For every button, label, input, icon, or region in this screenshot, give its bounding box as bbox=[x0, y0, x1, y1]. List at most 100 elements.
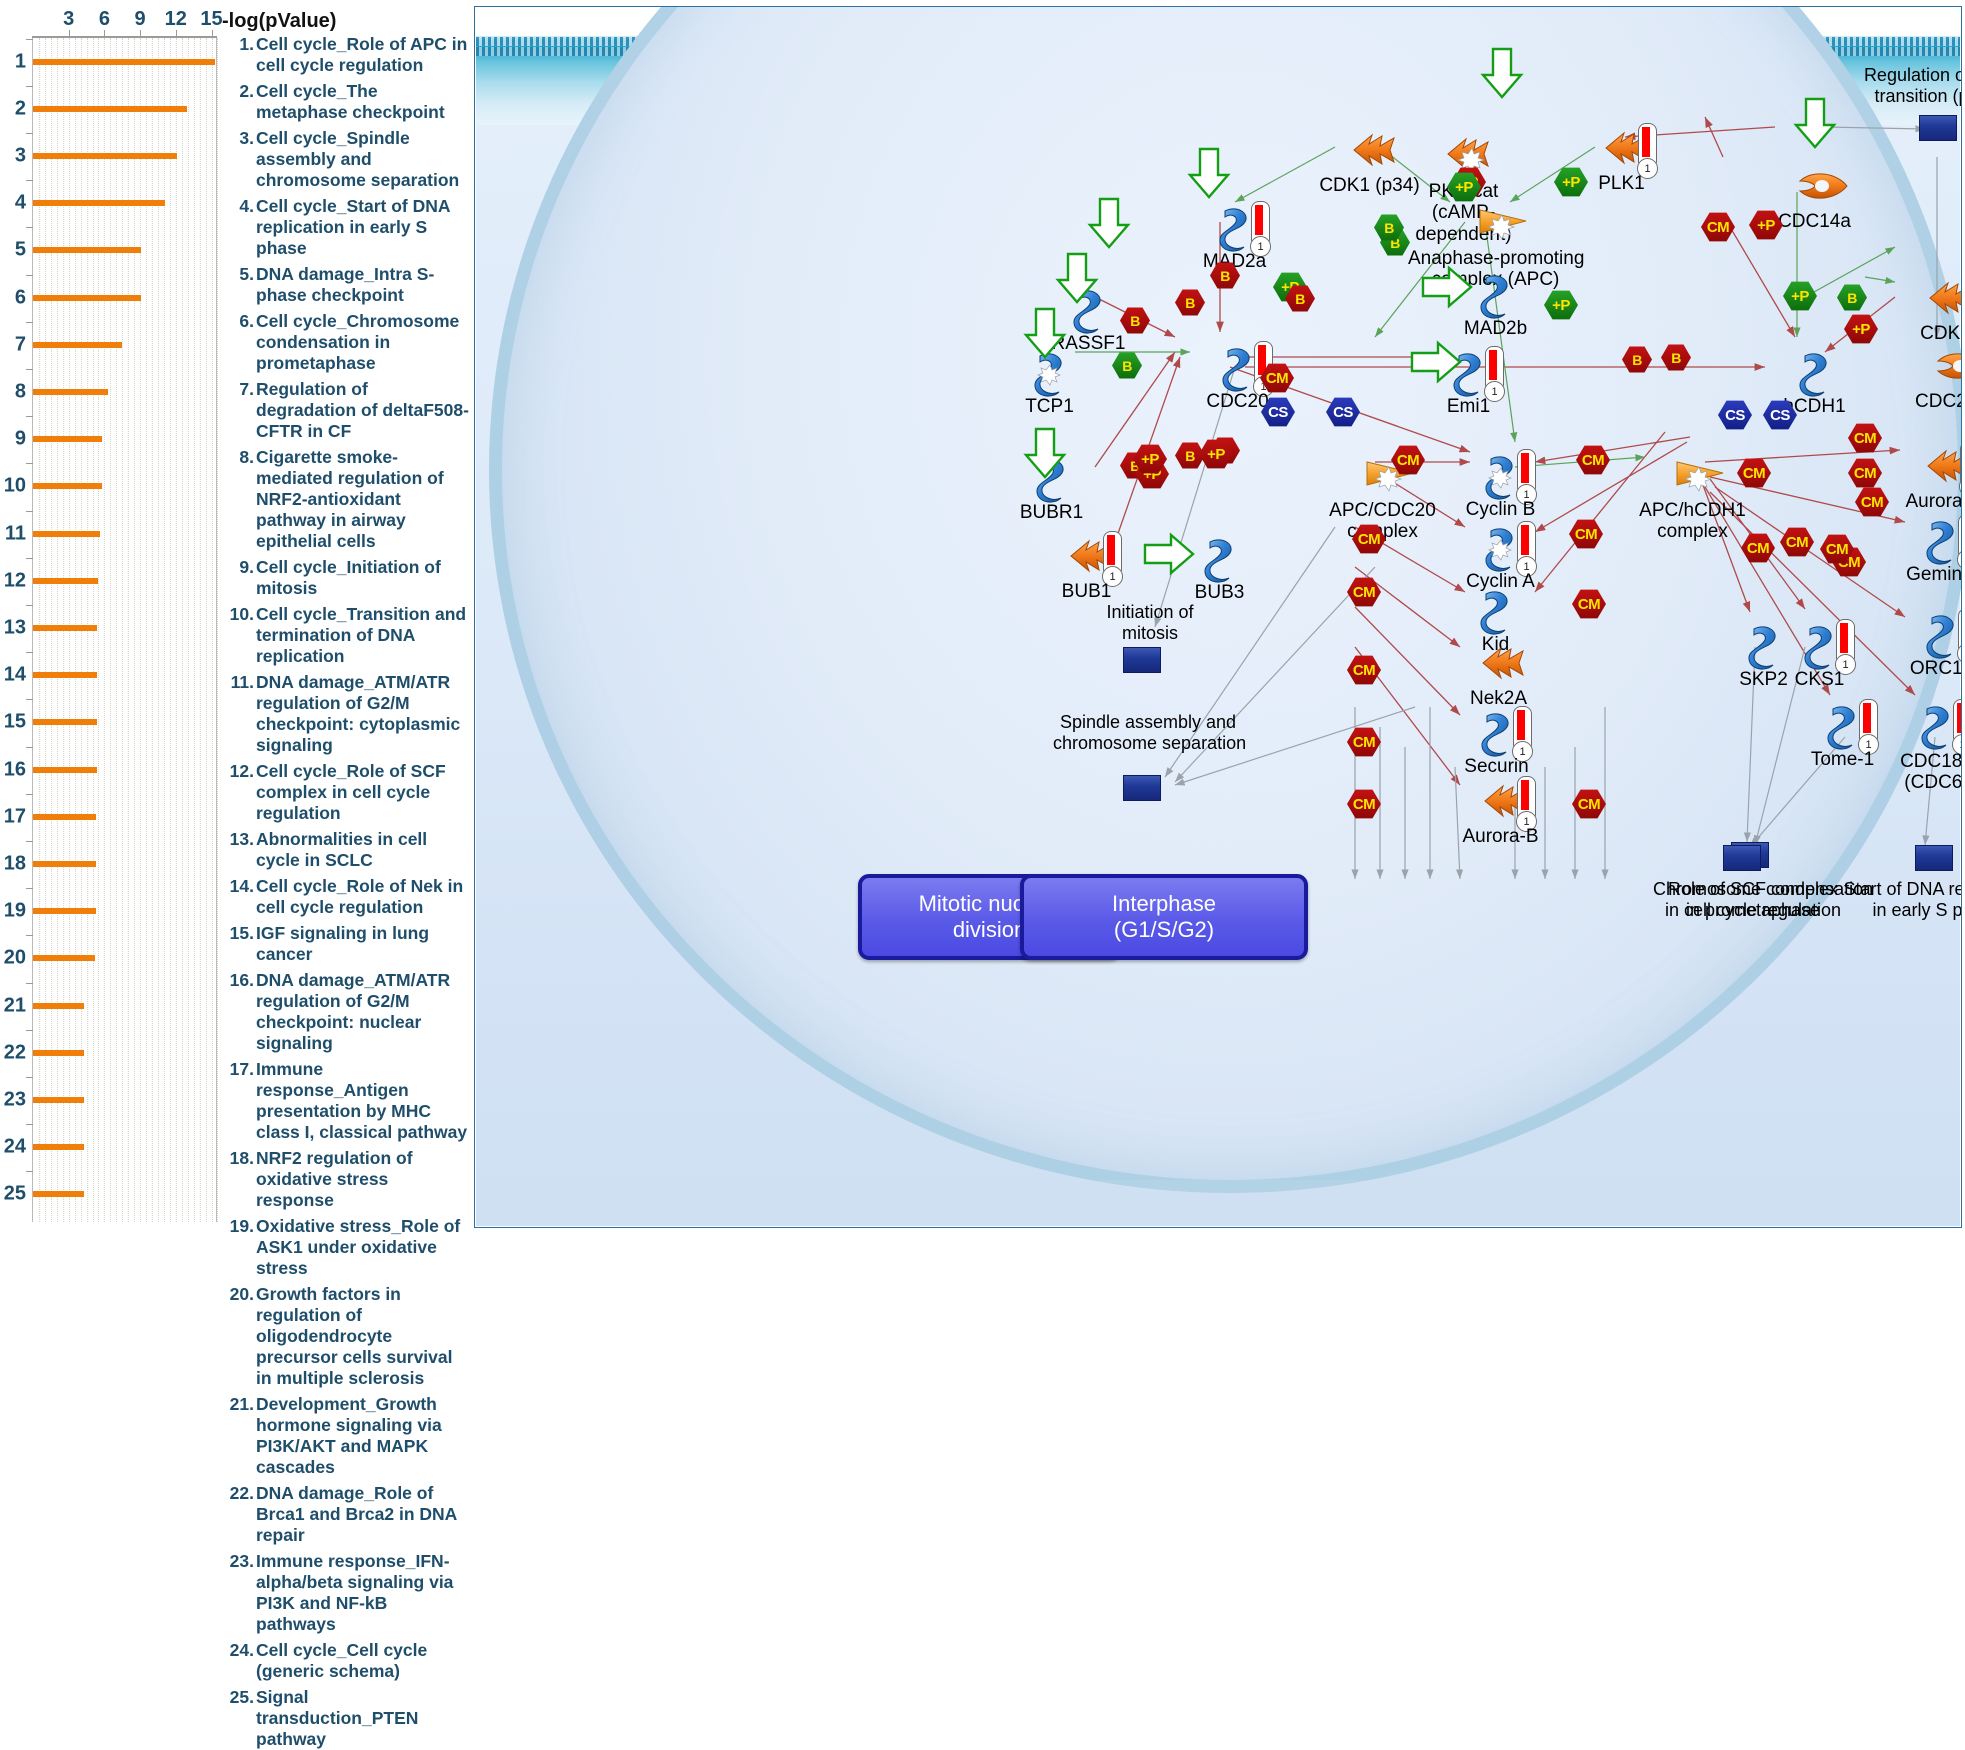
pathway-node-cyclin-b[interactable]: 1 Cyclin B bbox=[1466, 449, 1537, 520]
bar[interactable] bbox=[33, 200, 166, 207]
legend-item[interactable]: 24. Cell cycle_Cell cycle (generic schema… bbox=[224, 1640, 470, 1682]
pathway-node-tcp1[interactable]: TCP1 bbox=[1025, 352, 1074, 417]
bar[interactable] bbox=[33, 388, 108, 395]
chart-row[interactable]: 1 bbox=[0, 38, 220, 85]
pathway-node-plk1[interactable]: 1 PLK1 bbox=[1598, 123, 1658, 194]
chart-row[interactable]: 15 bbox=[0, 699, 220, 746]
pathway-link-node[interactable] bbox=[1123, 775, 1161, 801]
chart-row[interactable]: 16 bbox=[0, 746, 220, 793]
legend-item[interactable]: 14. Cell cycle_Role of Nek in cell cycle … bbox=[224, 876, 470, 918]
pathway-node-cdc25a[interactable]: CDC25A bbox=[1915, 347, 1961, 412]
pathway-node-cdc18l[interactable]: 1CDC18L (CDC6) bbox=[1900, 699, 1961, 793]
bar[interactable] bbox=[33, 58, 216, 65]
pathway-node-cks1[interactable]: 1 CKS1 bbox=[1795, 619, 1856, 690]
chart-row[interactable]: 20 bbox=[0, 935, 220, 982]
legend-item[interactable]: 6. Cell cycle_Chromosome condensation in … bbox=[224, 311, 470, 374]
legend-item[interactable]: 3. Cell cycle_Spindle assembly and chromo… bbox=[224, 128, 470, 191]
legend-item[interactable]: 18. NRF2 regulation of oxidative stress r… bbox=[224, 1148, 470, 1211]
chart-row[interactable]: 4 bbox=[0, 180, 220, 227]
pathway-node-orc1l[interactable]: 1ORC1L bbox=[1910, 608, 1961, 679]
chart-row[interactable]: 14 bbox=[0, 652, 220, 699]
legend-item[interactable]: 7. Regulation of degradation of deltaF508… bbox=[224, 379, 470, 442]
chart-row[interactable]: 3 bbox=[0, 132, 220, 179]
legend-item[interactable]: 10. Cell cycle_Transition and termination… bbox=[224, 604, 470, 667]
legend-item[interactable]: 1. Cell cycle_Role of APC in cell cycle r… bbox=[224, 34, 470, 76]
bar[interactable] bbox=[33, 1096, 85, 1103]
chart-row[interactable]: 11 bbox=[0, 510, 220, 557]
bar[interactable] bbox=[33, 1144, 85, 1151]
pathway-node-anaphase-promoting[interactable]: Anaphase-promoting complex (APC) bbox=[1408, 202, 1584, 290]
legend-item[interactable]: 16. DNA damage_ATM/ATR regulation of G2/M… bbox=[224, 970, 470, 1054]
pathway-node-cdk2[interactable]: CDK2 bbox=[1920, 279, 1961, 344]
bar[interactable] bbox=[33, 624, 98, 631]
legend-item[interactable]: 23. Immune response_IFN-alpha/beta signal… bbox=[224, 1551, 470, 1635]
chart-row[interactable]: 19 bbox=[0, 888, 220, 935]
legend-item[interactable]: 22. DNA damage_Role of Brca1 and Brca2 in… bbox=[224, 1483, 470, 1546]
chart-row[interactable]: 8 bbox=[0, 368, 220, 415]
bar[interactable] bbox=[33, 1191, 85, 1198]
legend-item[interactable]: 11. DNA damage_ATM/ATR regulation of G2/M… bbox=[224, 672, 470, 756]
chart-row[interactable]: 21 bbox=[0, 982, 220, 1029]
chart-row[interactable]: 23 bbox=[0, 1076, 220, 1123]
bar[interactable] bbox=[33, 483, 103, 490]
chart-row[interactable]: 17 bbox=[0, 793, 220, 840]
pathway-link-node[interactable] bbox=[1915, 845, 1953, 871]
pathway-link-node[interactable] bbox=[1723, 845, 1761, 871]
bar[interactable] bbox=[33, 672, 98, 679]
chart-row[interactable]: 13 bbox=[0, 604, 220, 651]
chart-row[interactable]: 9 bbox=[0, 416, 220, 463]
pathway-node-cdc20[interactable]: 1 CDC20 bbox=[1206, 341, 1274, 412]
bar[interactable] bbox=[33, 955, 95, 962]
pathway-node-nek2a[interactable]: Nek2A bbox=[1470, 644, 1533, 709]
bar[interactable] bbox=[33, 105, 187, 112]
chart-row[interactable]: 7 bbox=[0, 321, 220, 368]
pathway-node-aurora-a[interactable]: 1Aurora-A bbox=[1905, 441, 1961, 512]
bar[interactable] bbox=[33, 908, 97, 915]
bar[interactable] bbox=[33, 530, 100, 537]
legend-item[interactable]: 15. IGF signaling in lung cancer bbox=[224, 923, 470, 965]
legend-item[interactable]: 17. Immune response_Antigen presentation … bbox=[224, 1059, 470, 1143]
legend-item[interactable]: 25. Signal transduction_PTEN pathway bbox=[224, 1687, 470, 1750]
pathway-node-securin[interactable]: 1 Securin bbox=[1464, 706, 1533, 777]
chart-row[interactable]: 22 bbox=[0, 1029, 220, 1076]
legend-item[interactable]: 4. Cell cycle_Start of DNA replication in… bbox=[224, 196, 470, 259]
bar[interactable] bbox=[33, 1049, 85, 1056]
pathway-node-mad2a[interactable]: 1 MAD2a bbox=[1203, 201, 1271, 272]
legend-item[interactable]: 13. Abnormalities in cell cycle in SCLC bbox=[224, 829, 470, 871]
bar[interactable] bbox=[33, 577, 99, 584]
chart-row[interactable]: 5 bbox=[0, 227, 220, 274]
bar[interactable] bbox=[33, 436, 103, 443]
legend-item[interactable]: 20. Growth factors in regulation of oligo… bbox=[224, 1284, 470, 1389]
pathway-node-kid[interactable]: Kid bbox=[1478, 590, 1512, 655]
bar[interactable] bbox=[33, 341, 123, 348]
pathway-node-bub1[interactable]: 1 BUB1 bbox=[1062, 531, 1123, 602]
legend-item[interactable]: 5. DNA damage_Intra S-phase checkpoint bbox=[224, 264, 470, 306]
legend-item[interactable]: 8. Cigarette smoke-mediated regulation of… bbox=[224, 447, 470, 552]
pathway-node-cyclin-a[interactable]: 1 Cyclin A bbox=[1466, 521, 1537, 592]
chart-row[interactable]: 10 bbox=[0, 463, 220, 510]
chart-row[interactable]: 24 bbox=[0, 1124, 220, 1171]
legend-item[interactable]: 21. Development_Growth hormone signaling … bbox=[224, 1394, 470, 1478]
legend-item[interactable]: 19. Oxidative stress_Role of ASK1 under o… bbox=[224, 1216, 470, 1279]
pathway-node-cdc14a[interactable]: CDC14a bbox=[1778, 167, 1851, 232]
bar[interactable] bbox=[33, 1002, 85, 1009]
pathway-node-aurora-b[interactable]: 1 Aurora-B bbox=[1462, 776, 1539, 847]
chart-row[interactable]: 12 bbox=[0, 557, 220, 604]
pathway-node-bub3[interactable]: BUB3 bbox=[1195, 538, 1244, 603]
chart-row[interactable]: 6 bbox=[0, 274, 220, 321]
legend-item[interactable]: 9. Cell cycle_Initiation of mitosis bbox=[224, 557, 470, 599]
pathway-node-geminin[interactable]: 1Geminin bbox=[1906, 514, 1961, 585]
pathway-link-node[interactable] bbox=[1123, 647, 1161, 673]
pathway-node-cdk1-p34-[interactable]: CDK1 (p34) bbox=[1319, 131, 1420, 196]
bar[interactable] bbox=[33, 247, 142, 254]
legend-item[interactable]: 2. Cell cycle_The metaphase checkpoint bbox=[224, 81, 470, 123]
bar[interactable] bbox=[33, 766, 98, 773]
pathway-link-node[interactable] bbox=[1919, 115, 1957, 141]
pathway-node-tome-1[interactable]: 1 Tome-1 bbox=[1811, 699, 1879, 770]
bar[interactable] bbox=[33, 294, 142, 301]
bar[interactable] bbox=[33, 860, 97, 867]
chart-row[interactable]: 18 bbox=[0, 840, 220, 887]
pathway-node-hcdh1[interactable]: hCDH1 bbox=[1783, 352, 1846, 417]
process-box[interactable]: Interphase (G1/S/G2) bbox=[1020, 874, 1308, 960]
bar[interactable] bbox=[33, 813, 97, 820]
